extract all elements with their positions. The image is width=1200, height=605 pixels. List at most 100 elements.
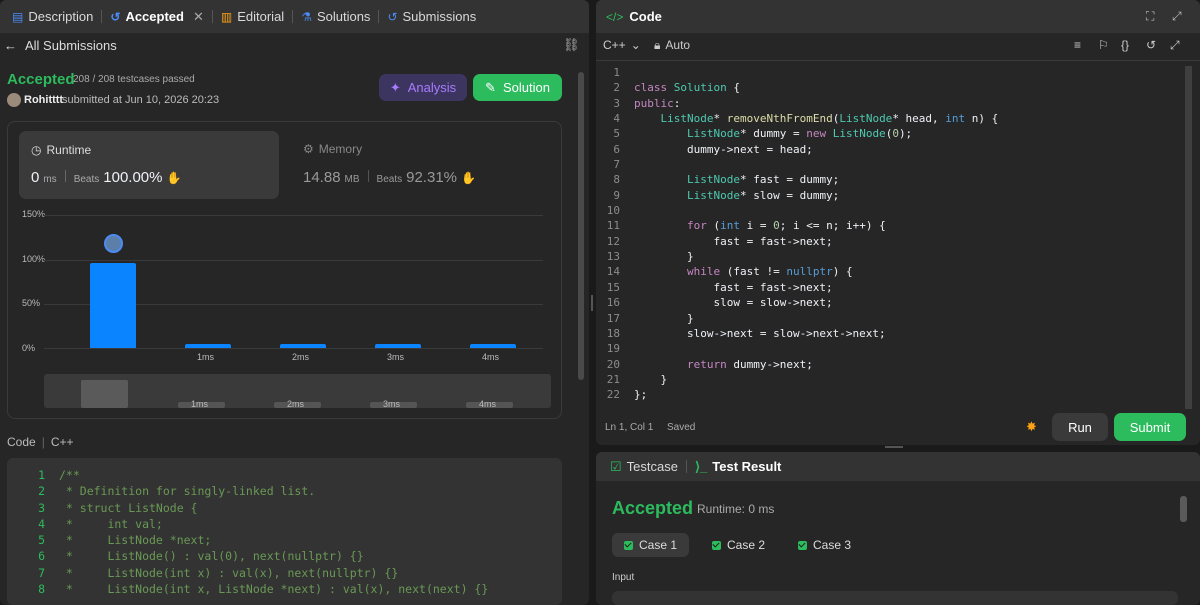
case-1-tab[interactable]: Case 1 [612, 533, 690, 557]
tab-test-result[interactable]: ⟩_ Test Result [687, 452, 789, 481]
resize-handle[interactable] [885, 446, 903, 448]
code-line[interactable]: 7 [596, 157, 1176, 172]
checkbox-icon: ☑ [610, 458, 622, 474]
close-tab-icon[interactable]: ✕ [193, 9, 204, 25]
code-line[interactable]: 18 slow->next = slow->next->next; [596, 326, 1176, 341]
chart-range-slider[interactable]: 1ms 2ms 3ms 4ms [44, 374, 551, 409]
code-line[interactable]: 10 [596, 203, 1176, 218]
resize-handle[interactable] [591, 295, 593, 311]
history-icon: ↺ [387, 9, 398, 24]
memory-label-group[interactable]: ⚙ Memory [303, 142, 362, 156]
tab-description[interactable]: ▤ Description [4, 0, 101, 33]
tab-submissions[interactable]: ↺ Submissions [379, 0, 484, 33]
left-tab-bar: ▤ Description ↺ Accepted ✕ ▥ Editorial ⚗ Solu… [0, 0, 589, 33]
user-position-avatar[interactable] [104, 234, 123, 253]
code-section-header: Code | C++ [7, 435, 74, 449]
code-line[interactable]: 15 fast = fast->next; [596, 280, 1176, 295]
chart-bar[interactable] [375, 344, 421, 348]
code-line[interactable]: 4 ListNode* removeNthFromEnd(ListNode* h… [596, 111, 1176, 126]
chevron-down-icon: ⌄ [630, 38, 641, 52]
code-line[interactable]: 1 [596, 65, 1176, 80]
solution-button[interactable]: ✎ Solution [473, 74, 562, 101]
reset-icon[interactable]: ↺ [1146, 38, 1156, 52]
tab-accepted[interactable]: ↺ Accepted ✕ [102, 0, 212, 33]
code-line[interactable]: 22}; [596, 387, 1176, 402]
analysis-button[interactable]: ✦ Analysis [379, 74, 467, 101]
x-tick: 3ms [387, 352, 405, 362]
fullscreen-icon[interactable]: ⛶ [1146, 9, 1154, 24]
clap-icon: ✋ [461, 171, 476, 185]
case-2-tab[interactable]: Case 2 [700, 533, 777, 557]
code-line[interactable]: 13 } [596, 249, 1176, 264]
chart-bar[interactable] [280, 344, 326, 348]
terminal-icon: ⟩_ [694, 458, 708, 474]
code-line[interactable]: 9 ListNode* slow = dummy; [596, 188, 1176, 203]
code-line[interactable]: 20 return dummy->next; [596, 357, 1176, 372]
y-tick: 150% [22, 209, 46, 219]
code-line: 8 * ListNode(int x, ListNode *next) : va… [38, 582, 489, 597]
editor-scrollbar[interactable] [1185, 66, 1192, 409]
code-line[interactable]: 12 fast = fast->next; [596, 234, 1176, 249]
chip-icon: ⚙ [303, 142, 314, 156]
code-icon: </> [606, 9, 624, 24]
code-editor-panel: </> Code ⛶ ⤢ C++ ⌄ 🔒︎ Auto ≡ ⚐ {} ↺ ⤢ 1 2 cl… [596, 0, 1200, 445]
code-line[interactable]: 11 for (int i = 0; i <= n; i++) { [596, 218, 1176, 233]
runtime-box[interactable]: ◷ Runtime 0 ms Beats 100.00% ✋ [19, 131, 279, 199]
code-line[interactable]: 2 class Solution { [596, 80, 1176, 95]
username[interactable]: Rohitttt [24, 94, 63, 106]
result-scrollbar[interactable] [1180, 496, 1187, 522]
lock-icon: 🔒︎ [654, 38, 661, 52]
code-line: 5 * ListNode *next; [38, 533, 212, 548]
avatar[interactable] [7, 93, 21, 107]
flask-icon: ⚗ [301, 9, 312, 24]
editor-code[interactable]: 1 2 class Solution {3 public: 4 ListNode* re… [596, 65, 1176, 403]
language-select[interactable]: C++ ⌄ [603, 38, 641, 52]
code-line[interactable]: 6 dummy->next = head; [596, 142, 1176, 157]
chart-bar[interactable] [185, 344, 231, 348]
bottom-tab-bar: ☑ Testcase ⟩_ Test Result [596, 452, 1200, 481]
book-icon: ▥ [220, 9, 233, 24]
code-line[interactable]: 21 } [596, 372, 1176, 387]
code-line[interactable]: 17 } [596, 311, 1176, 326]
link-icon[interactable]: ⛓ [563, 37, 580, 53]
tab-testcase[interactable]: ☑ Testcase [602, 452, 686, 481]
slider-tick: 4ms [479, 399, 497, 409]
left-scrollbar[interactable] [578, 72, 584, 380]
check-icon [624, 540, 633, 550]
x-tick: 2ms [292, 352, 310, 362]
code-line[interactable]: 19 [596, 341, 1176, 356]
runtime-chart: 150% 100% 50% 0% 1ms 2ms 3ms 4ms 1ms 2ms 3m… [0, 200, 589, 415]
tab-solutions[interactable]: ⚗ Solutions [293, 0, 378, 33]
clock-icon: ◷ [31, 143, 42, 157]
check-icon [798, 540, 807, 550]
run-button[interactable]: Run [1052, 413, 1108, 441]
chart-bar[interactable] [470, 344, 516, 348]
back-link[interactable]: ← All Submissions [4, 38, 117, 53]
settings-icon[interactable]: ⤢ [1170, 38, 1180, 53]
left-panel: ▤ Description ↺ Accepted ✕ ▥ Editorial ⚗ Solu… [0, 0, 589, 605]
result-runtime: Runtime: 0 ms [697, 502, 775, 516]
gridline [44, 348, 543, 349]
code-line[interactable]: 5 ListNode* dummy = new ListNode(0); [596, 126, 1176, 141]
cursor-position: Ln 1, Col 1 [605, 422, 654, 433]
slider-handle[interactable] [81, 380, 128, 408]
bookmark-icon[interactable]: ⚐ [1098, 38, 1109, 52]
auto-mode[interactable]: 🔒︎ Auto [654, 38, 690, 53]
code-line[interactable]: 3 public: [596, 96, 1176, 111]
chart-bar[interactable] [90, 262, 136, 348]
debug-icon[interactable]: ✸ [1026, 419, 1037, 435]
expand-icon[interactable]: ⤢ [1172, 9, 1182, 24]
code-line[interactable]: 16 slow = slow->next; [596, 295, 1176, 310]
slider-tick: 2ms [287, 399, 305, 409]
slider-tick: 3ms [383, 399, 401, 409]
braces-icon[interactable]: {} [1121, 38, 1129, 52]
case-3-tab[interactable]: Case 3 [786, 533, 863, 557]
format-icon[interactable]: ≡ [1074, 38, 1081, 52]
submit-button[interactable]: Submit [1114, 413, 1186, 441]
save-status: Saved [667, 422, 696, 433]
test-result-panel: ☑ Testcase ⟩_ Test Result Accepted Runtime… [596, 452, 1200, 605]
code-line[interactable]: 14 while (fast != nullptr) { [596, 264, 1176, 279]
arrow-left-icon: ← [4, 38, 17, 53]
tab-editorial[interactable]: ▥ Editorial [213, 0, 292, 33]
code-line[interactable]: 8 ListNode* fast = dummy; [596, 172, 1176, 187]
